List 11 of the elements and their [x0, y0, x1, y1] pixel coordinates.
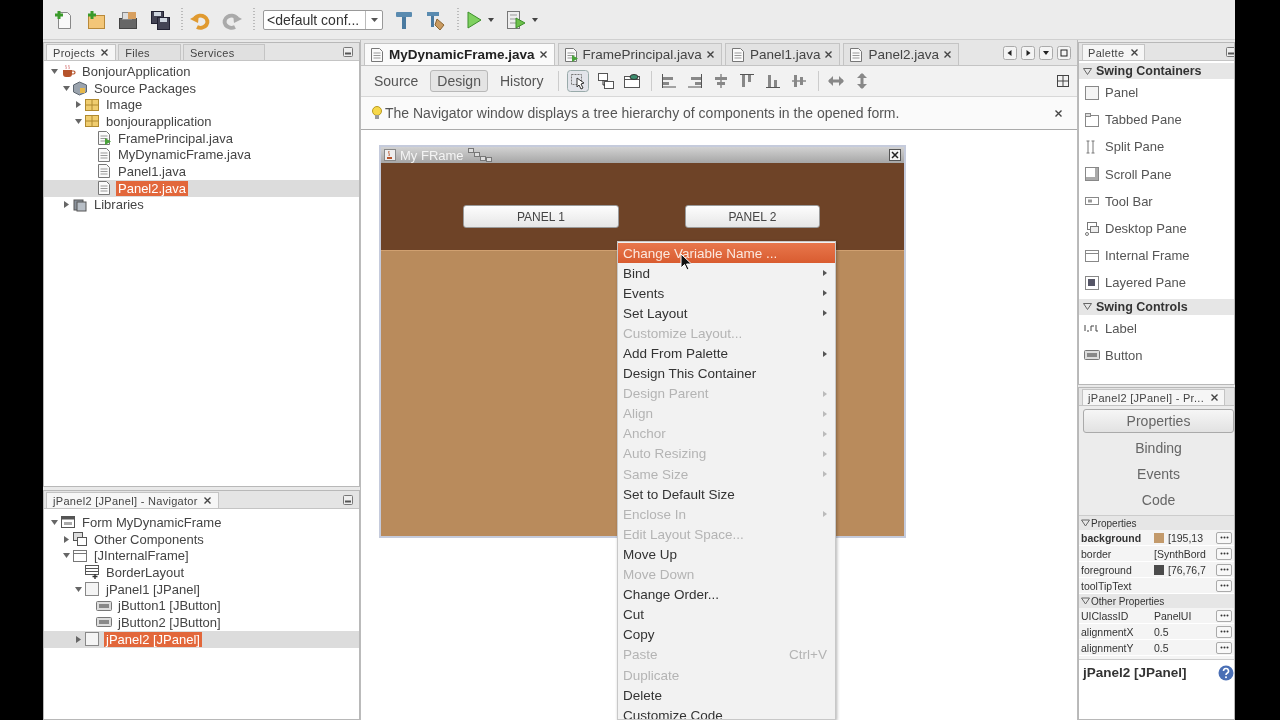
- component-name: jPanel2 [JPanel]: [1083, 665, 1188, 680]
- frame-title: My FRame: [400, 147, 464, 163]
- property-name: toolTipText: [1081, 579, 1133, 592]
- property-name: alignmentX: [1081, 625, 1135, 638]
- property-name: UIClassID: [1081, 609, 1130, 622]
- property-name: background: [1081, 531, 1143, 544]
- property-name: border: [1081, 547, 1113, 560]
- shortcut-label: Ctrl+V: [789, 647, 827, 663]
- property-name: alignmentY: [1081, 641, 1135, 654]
- info-message: The Navigator window displays a tree hierarchy of components in the opened form.: [385, 105, 901, 121]
- property-name: foreground: [1081, 563, 1133, 576]
